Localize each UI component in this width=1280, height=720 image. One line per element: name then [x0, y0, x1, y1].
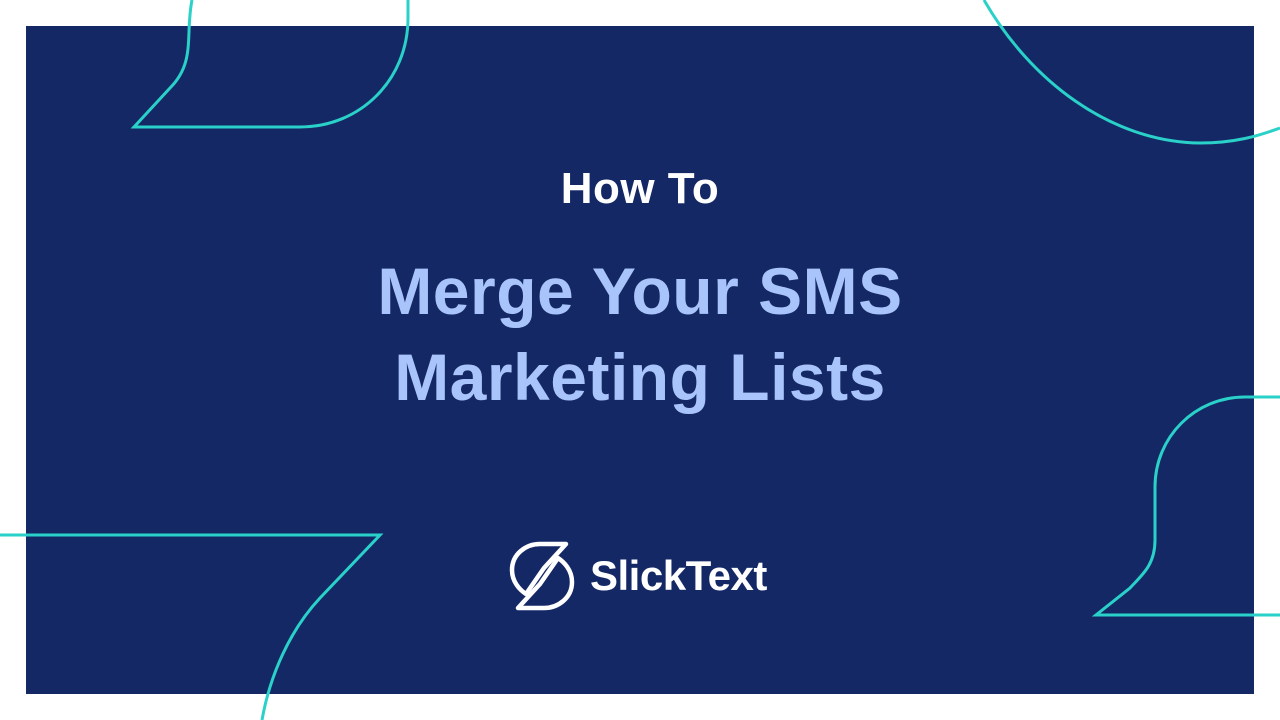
slicktext-logo-icon [509, 541, 575, 611]
brand-name: SlickText [590, 552, 767, 599]
headline-line-1: Merge Your SMS [377, 254, 903, 328]
thumbnail-frame: How To Merge Your SMS Marketing Lists Sl… [0, 0, 1280, 720]
brand-lockup: SlickText [506, 540, 767, 612]
eyebrow-heading: How To [560, 164, 720, 213]
headline-line-2: Marketing Lists [394, 340, 886, 414]
main-headline: Merge Your SMS Marketing Lists [0, 248, 1280, 420]
